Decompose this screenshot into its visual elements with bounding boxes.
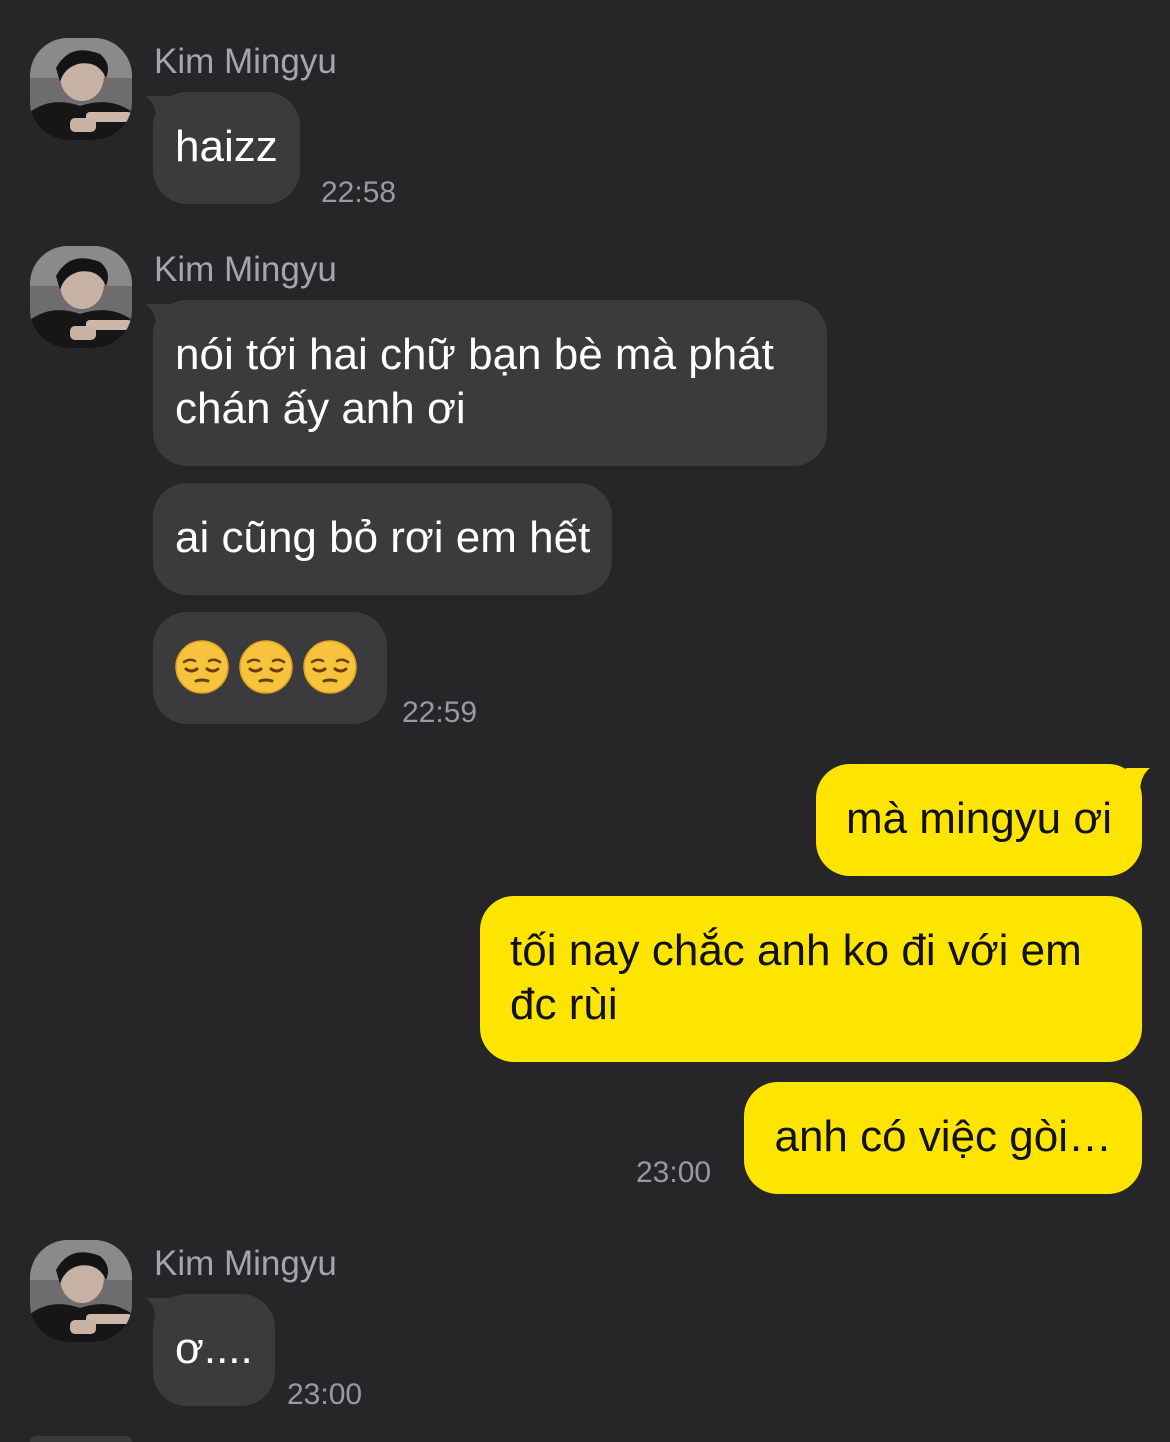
message-text: anh có việc gòi… [774,1112,1112,1161]
incoming-message-bubble[interactable]: haizz [153,92,300,204]
message-text: ơ.... [175,1324,253,1373]
contact-avatar[interactable] [30,38,132,140]
message-text: tối nay chắc anh ko đi với em đc rùi [510,926,1082,1029]
sender-name: Kim Mingyu [154,250,337,289]
avatar-photo-icon [30,1240,132,1342]
message-timestamp: 23:00 [636,1156,712,1189]
outgoing-message-bubble[interactable]: anh có việc gòi… [744,1082,1142,1194]
message-timestamp: 22:58 [321,176,397,209]
incoming-message-bubble[interactable]: nói tới hai chữ bạn bè mà phát chán ấy a… [153,300,827,466]
pensive-face-icon [239,640,293,694]
pensive-face-icon [303,640,357,694]
outgoing-message-bubble[interactable]: tối nay chắc anh ko đi với em đc rùi [480,896,1142,1062]
avatar-photo-icon [30,38,132,140]
chat-message-list[interactable]: Kim Mingyu haizz 22:58 Kim Mingyu nói tớ… [0,0,1170,1442]
sender-name: Kim Mingyu [154,42,337,81]
contact-avatar[interactable] [30,246,132,348]
pensive-face-icon [175,640,229,694]
contact-avatar[interactable] [30,1436,132,1442]
incoming-message-bubble[interactable]: ơ.... [153,1294,275,1406]
message-timestamp: 22:59 [402,696,478,729]
message-text: nói tới hai chữ bạn bè mà phát chán ấy a… [175,330,774,433]
contact-avatar[interactable] [30,1240,132,1342]
incoming-emoji-bubble[interactable] [153,612,387,724]
incoming-message-bubble[interactable]: ai cũng bỏ rơi em hết [153,483,613,595]
message-text: ai cũng bỏ rơi em hết [175,513,591,562]
avatar-photo-icon [30,246,132,348]
outgoing-message-bubble[interactable]: mà mingyu ơi [815,764,1142,876]
message-text: haizz [175,122,278,171]
message-text: mà mingyu ơi [845,794,1112,843]
message-timestamp: 23:00 [287,1378,363,1411]
sender-name: Kim Mingyu [154,1244,337,1283]
